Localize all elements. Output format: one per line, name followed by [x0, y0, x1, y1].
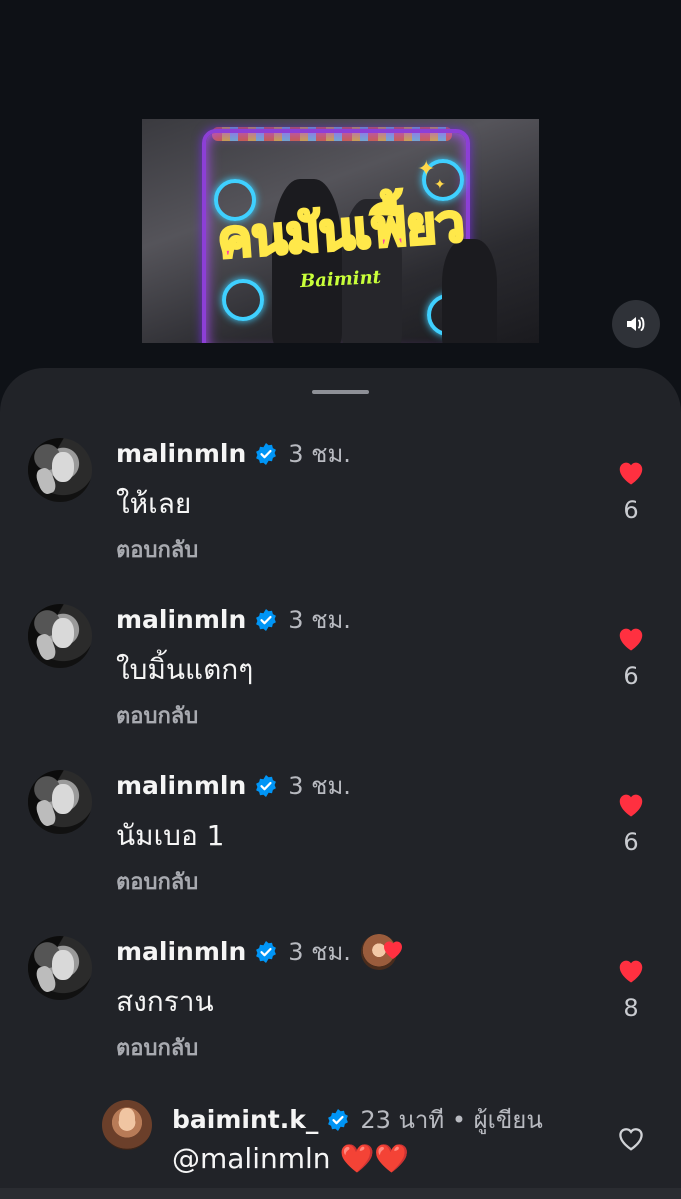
reply-item: baimint.k_ 23 นาที • ผู้เขียน @malinmln …	[0, 1096, 681, 1188]
heart-icon	[619, 628, 643, 651]
creator-liked-avatar	[360, 933, 402, 970]
like-button[interactable]: 6	[611, 790, 651, 856]
verified-badge-icon	[328, 1108, 349, 1131]
sparkle-icon: ✦	[434, 177, 446, 193]
comment-item: malinmln 3 ชม. นัมเบอ 1 ตอบกลับ 6	[0, 764, 681, 914]
avatar[interactable]	[28, 604, 92, 668]
sound-toggle-button[interactable]	[612, 300, 660, 348]
speaker-icon	[627, 317, 645, 331]
verified-badge-icon	[256, 608, 277, 631]
video-thumbnail[interactable]: คนมันเฟี้ยว Baimint ✦ ✦	[142, 119, 539, 343]
heart-outline-icon	[619, 1128, 643, 1151]
like-count: 6	[623, 662, 639, 690]
verified-badge-icon	[256, 940, 277, 963]
heart-icon	[619, 960, 643, 983]
reply-text: @malinmln ❤️❤️	[172, 1142, 410, 1175]
like-count: 8	[623, 994, 639, 1022]
comment-item: malinmln 3 ชม. ใบมิ้นแตกๆ ตอบกลับ 6	[0, 598, 681, 748]
comment-username[interactable]: malinmln	[116, 771, 246, 800]
reply-button[interactable]: ตอบกลับ	[116, 1030, 198, 1065]
avatar[interactable]	[28, 770, 92, 834]
reply-username[interactable]: baimint.k_	[172, 1105, 318, 1134]
like-button[interactable]	[611, 1124, 651, 1156]
comment-text: ใบมิ้นแตกๆ	[116, 653, 254, 686]
heart-icon	[619, 794, 643, 817]
reply-button[interactable]: ตอบกลับ	[116, 698, 198, 733]
like-button[interactable]: 8	[611, 956, 651, 1022]
sheet-drag-handle[interactable]	[312, 390, 369, 394]
like-count: 6	[623, 496, 639, 524]
reply-time: 23 นาที • ผู้เขียน	[360, 1106, 543, 1134]
like-button[interactable]: 6	[611, 458, 651, 524]
video-player[interactable]: คนมันเฟี้ยว Baimint ✦ ✦	[0, 0, 681, 380]
reply-button[interactable]: ตอบกลับ	[116, 532, 198, 567]
avatar[interactable]	[102, 1100, 152, 1150]
heart-icon	[383, 941, 402, 959]
reply-button[interactable]: ตอบกลับ	[116, 864, 198, 899]
avatar[interactable]	[28, 936, 92, 1000]
comment-username[interactable]: malinmln	[116, 439, 246, 468]
verified-badge-icon	[256, 442, 277, 465]
sparkle-icon: ✦	[417, 157, 436, 182]
heart-icon	[619, 462, 643, 485]
comment-time: 3 ชม.	[288, 772, 351, 800]
emoji-reaction-bar[interactable]	[0, 1188, 681, 1199]
comment-time: 3 ชม.	[288, 606, 351, 634]
comment-text: สงกราน	[116, 985, 214, 1018]
avatar[interactable]	[28, 438, 92, 502]
comment-username[interactable]: malinmln	[116, 937, 246, 966]
comment-time: 3 ชม.	[288, 938, 351, 966]
comment-text: ให้เลย	[116, 487, 192, 520]
comment-time: 3 ชม.	[288, 440, 351, 468]
comment-username[interactable]: malinmln	[116, 605, 246, 634]
comment-text: นัมเบอ 1	[116, 819, 225, 852]
comment-item: malinmln 3 ชม. ให้เลย ตอบกลับ 6	[0, 432, 681, 582]
verified-badge-icon	[256, 774, 277, 797]
comment-item: malinmln 3 ชม. สงกราน ตอบกลับ 8	[0, 930, 681, 1080]
like-count: 6	[623, 828, 639, 856]
like-button[interactable]: 6	[611, 624, 651, 690]
